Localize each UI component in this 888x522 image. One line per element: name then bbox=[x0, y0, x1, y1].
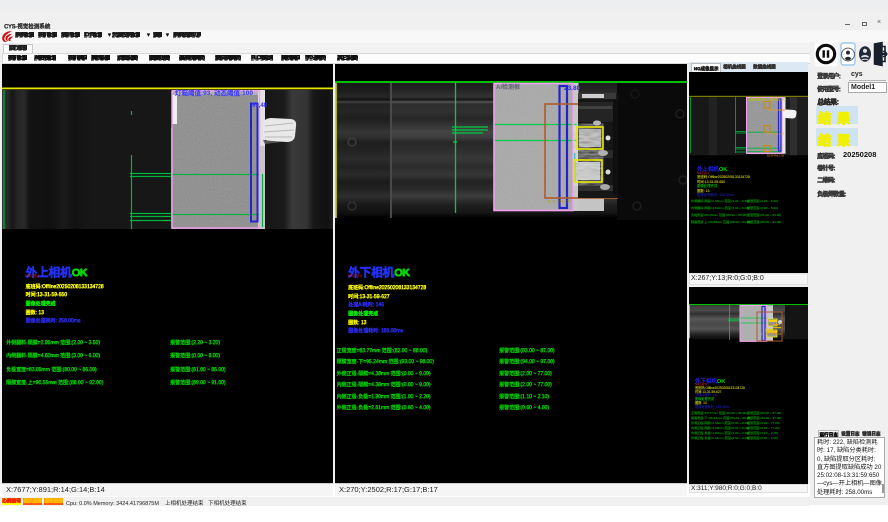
svg-text:TL:N 1:N 2:N: TL:N 1:N 2:N bbox=[547, 199, 570, 204]
svg-text:灯箱阈值:93, 动态阈值:100: 灯箱阈值:93, 动态阈值:100 bbox=[175, 88, 253, 97]
svg-text:93,48: 93,48 bbox=[252, 103, 268, 109]
svg-text:23.80: 23.80 bbox=[564, 85, 581, 92]
svg-text:灯箱阈值:93, 动态阈值:100: 灯箱阈值:93, 动态阈值:100 bbox=[748, 97, 786, 102]
svg-text:AI检测框: AI检测框 bbox=[496, 83, 520, 91]
svg-text:52.54 Rat:1.00: 52.54 Rat:1.00 bbox=[767, 154, 785, 158]
svg-text:52.54 Rat:1.00: 52.54 Rat:1.00 bbox=[768, 108, 786, 112]
svg-text:23.48 Rat:1.00: 23.48 Rat:1.00 bbox=[767, 132, 785, 136]
svg-text:TL:70 阈值:128: TL:70 阈值:128 bbox=[761, 331, 782, 336]
